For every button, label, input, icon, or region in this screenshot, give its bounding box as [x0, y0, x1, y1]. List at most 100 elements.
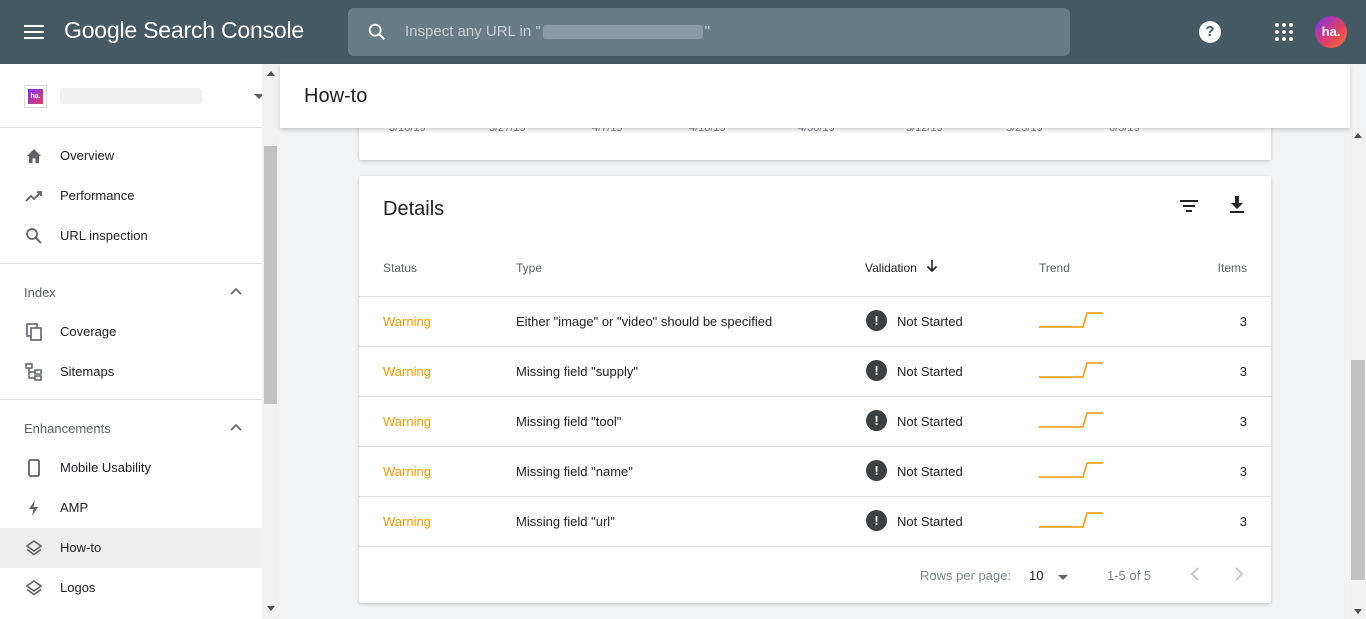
scrollbar-thumb[interactable] [264, 146, 277, 404]
trend-sparkline [1039, 462, 1103, 478]
exclamation-circle-icon: ! [866, 360, 887, 381]
chevron-right-icon[interactable] [1231, 564, 1247, 584]
sidebar-item-label: AMP [60, 500, 89, 515]
account-avatar[interactable]: ha. [1315, 16, 1347, 48]
search-icon [26, 228, 42, 244]
validation-cell: Not Started [897, 314, 963, 329]
layers-icon [25, 580, 43, 596]
property-icon: ha. [24, 85, 47, 108]
bolt-icon [29, 500, 38, 516]
chevron-left-icon[interactable] [1187, 564, 1203, 584]
sidebar-item-sitemaps[interactable]: Sitemaps [0, 352, 262, 392]
scroll-up-arrow-icon[interactable] [1354, 133, 1362, 138]
sidebar-item-mobile-usability[interactable]: Mobile Usability [0, 448, 262, 488]
search-icon [368, 23, 386, 41]
section-enhancements-toggle[interactable]: Enhancements [0, 408, 262, 448]
sidebar-item-label: Sitemaps [60, 364, 115, 379]
exclamation-circle-icon: ! [866, 510, 887, 531]
sidebar: ha. Overview Performance URL inspection … [0, 64, 279, 619]
sidebar-item-amp[interactable]: AMP [0, 488, 262, 528]
sidebar-scrollbar[interactable] [262, 64, 279, 619]
items-cell: 3 [1239, 464, 1247, 479]
menu-icon[interactable] [24, 22, 46, 42]
table-row[interactable]: Warning Missing field "url" ! Not Starte… [359, 496, 1271, 546]
status-cell: Warning [383, 364, 431, 379]
product-logo[interactable]: Google Search Console [64, 17, 304, 44]
page-title: How-to [304, 85, 368, 107]
details-card: Details Status Type Validation Trend Ite… [359, 176, 1271, 603]
pagination-range: 1-5 of 5 [1107, 568, 1152, 583]
chevron-up-icon [230, 287, 242, 295]
url-inspection-search-input[interactable]: Inspect any URL in " " [348, 8, 1070, 56]
status-cell: Warning [383, 464, 431, 479]
section-label: Enhancements [24, 421, 111, 436]
status-cell: Warning [383, 514, 431, 529]
sidebar-item-label: Logos [60, 580, 96, 595]
help-icon[interactable]: ? [1199, 21, 1221, 43]
details-title: Details [383, 198, 445, 220]
download-icon[interactable] [1225, 193, 1249, 217]
table-row[interactable]: Warning Missing field "tool" ! Not Start… [359, 396, 1271, 446]
apps-grid-icon[interactable] [1275, 23, 1293, 41]
items-cell: 3 [1239, 414, 1247, 429]
scroll-up-arrow-icon[interactable] [267, 71, 275, 76]
validation-cell: Not Started [897, 464, 963, 479]
sidebar-item-label: Overview [60, 148, 115, 163]
scroll-down-arrow-icon[interactable] [1354, 609, 1362, 614]
sidebar-item-url-inspection[interactable]: URL inspection [0, 216, 262, 256]
sidebar-item-label: Performance [60, 188, 135, 203]
table-row[interactable]: Warning Either "image" or "video" should… [359, 296, 1271, 346]
sitemap-icon [25, 363, 42, 381]
arrow-down-icon[interactable] [925, 259, 939, 273]
filter-icon[interactable] [1177, 194, 1201, 218]
page-header: How-to [280, 64, 1350, 128]
validation-cell: Not Started [897, 414, 963, 429]
smartphone-icon [28, 459, 40, 477]
rows-per-page-select[interactable]: 10 [1029, 563, 1075, 587]
validation-cell: Not Started [897, 514, 963, 529]
divider [0, 263, 262, 264]
type-cell: Missing field "tool" [516, 414, 622, 429]
rows-per-page-label: Rows per page: [920, 568, 1012, 583]
column-header-trend: Trend [1039, 261, 1070, 275]
sidebar-item-logos[interactable]: Logos [0, 568, 262, 608]
type-cell: Either "image" or "video" should be spec… [516, 314, 773, 329]
sidebar-item-label: URL inspection [60, 228, 148, 243]
status-cell: Warning [383, 414, 431, 429]
type-cell: Missing field "supply" [516, 364, 638, 379]
sidebar-item-how-to[interactable]: How-to [0, 528, 262, 568]
trend-sparkline [1039, 312, 1103, 328]
divider [359, 546, 1271, 547]
type-cell: Missing field "url" [516, 514, 615, 529]
sidebar-item-performance[interactable]: Performance [0, 176, 262, 216]
copy-icon [26, 323, 42, 341]
property-selector[interactable]: ha. [0, 64, 278, 128]
table-row[interactable]: Warning Missing field "name" ! Not Start… [359, 446, 1271, 496]
column-header-items[interactable]: Items [1218, 261, 1247, 275]
main-scrollbar[interactable] [1350, 128, 1366, 619]
column-header-validation[interactable]: Validation [865, 261, 917, 275]
column-header-status[interactable]: Status [383, 261, 417, 275]
scroll-down-arrow-icon[interactable] [267, 606, 275, 611]
search-placeholder: Inspect any URL in " " [405, 23, 710, 40]
trend-sparkline [1039, 362, 1103, 378]
home-icon [27, 149, 41, 163]
sidebar-item-coverage[interactable]: Coverage [0, 312, 262, 352]
exclamation-circle-icon: ! [866, 460, 887, 481]
divider [0, 399, 262, 400]
status-cell: Warning [383, 314, 431, 329]
table-row[interactable]: Warning Missing field "supply" ! Not Sta… [359, 346, 1271, 396]
exclamation-circle-icon: ! [866, 310, 887, 331]
dropdown-caret-icon [1058, 575, 1068, 580]
redacted-domain [542, 25, 703, 40]
section-label: Index [24, 285, 56, 300]
layers-icon [25, 540, 43, 556]
chevron-up-icon [230, 423, 242, 431]
trending-up-icon [25, 191, 42, 202]
column-header-type[interactable]: Type [516, 261, 542, 275]
section-index-toggle[interactable]: Index [0, 272, 262, 312]
sidebar-item-overview[interactable]: Overview [0, 136, 262, 176]
scrollbar-thumb[interactable] [1351, 360, 1365, 580]
sidebar-item-label: Mobile Usability [60, 460, 152, 475]
validation-cell: Not Started [897, 364, 963, 379]
